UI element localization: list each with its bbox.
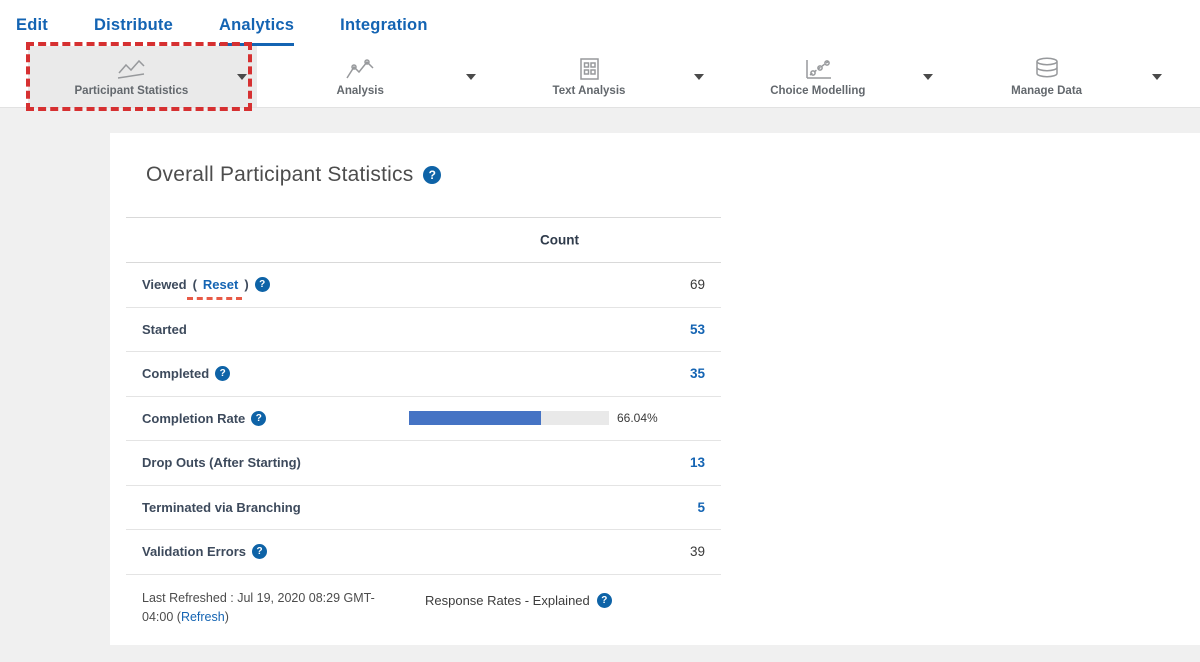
- row-label-text: Started: [142, 322, 187, 337]
- row-label-text: Drop Outs (After Starting): [142, 455, 301, 470]
- caret-down-icon[interactable]: [1152, 74, 1162, 80]
- paren-close: ): [225, 610, 229, 624]
- count-column-header: Count: [540, 233, 579, 248]
- row-label-text: Completion Rate: [142, 411, 245, 426]
- table-footer: Last Refreshed : Jul 19, 2020 08:29 GMT-…: [126, 575, 721, 628]
- completion-bar-fill: [409, 411, 541, 425]
- caret-down-icon[interactable]: [466, 74, 476, 80]
- row-value[interactable]: 5: [697, 500, 705, 515]
- line-chart-icon: [114, 56, 148, 82]
- stats-card: Overall Participant Statistics ? Count V…: [110, 133, 1200, 645]
- caret-down-icon[interactable]: [237, 74, 247, 80]
- tab-participant-statistics[interactable]: Participant Statistics: [28, 46, 257, 107]
- tab-analysis[interactable]: Analysis: [257, 46, 486, 107]
- row-label-text: Terminated via Branching: [142, 500, 301, 515]
- table-header-row: Count: [126, 217, 721, 263]
- tab-label: Participant Statistics: [75, 85, 189, 97]
- top-nav: Edit Distribute Analytics Integration: [0, 0, 1200, 46]
- area-chart-icon: [343, 56, 377, 82]
- help-icon[interactable]: ?: [255, 277, 270, 292]
- completion-bar-track: [409, 411, 609, 425]
- help-icon[interactable]: ?: [423, 166, 441, 184]
- table-grid-icon: [574, 56, 604, 82]
- tab-label: Manage Data: [1011, 85, 1082, 97]
- tab-label: Text Analysis: [553, 85, 626, 97]
- caret-down-icon[interactable]: [923, 74, 933, 80]
- table-row-drop-outs: Drop Outs (After Starting) 13: [126, 441, 721, 486]
- app-screen: Edit Distribute Analytics Integration Pa…: [0, 0, 1200, 662]
- row-value: 69: [690, 277, 705, 292]
- paren-close: ): [244, 277, 248, 292]
- table-row-completed: Completed ? 35: [126, 352, 721, 397]
- header: Edit Distribute Analytics Integration Pa…: [0, 0, 1200, 108]
- row-label: Viewed ( Reset ) ?: [142, 277, 270, 292]
- annotation-red-dashed-underline: [187, 297, 242, 300]
- tab-text-analysis[interactable]: Text Analysis: [486, 46, 715, 107]
- completion-rate-value: 66.04%: [617, 411, 658, 425]
- table-row-validation-errors: Validation Errors ? 39: [126, 530, 721, 575]
- help-icon[interactable]: ?: [215, 366, 230, 381]
- paren-open: (: [193, 277, 197, 292]
- row-value[interactable]: 13: [690, 455, 705, 470]
- tab-label: Choice Modelling: [770, 85, 865, 97]
- page-title-text: Overall Participant Statistics: [146, 163, 413, 187]
- reset-link[interactable]: Reset: [203, 277, 238, 292]
- row-label: Completion Rate ?: [142, 411, 266, 426]
- tab-manage-data[interactable]: Manage Data: [943, 46, 1172, 107]
- nav-item-edit[interactable]: Edit: [16, 16, 48, 46]
- row-label: Validation Errors ?: [142, 544, 267, 559]
- help-icon[interactable]: ?: [252, 544, 267, 559]
- row-label: Completed ?: [142, 366, 230, 381]
- page-title: Overall Participant Statistics ?: [146, 163, 1160, 187]
- help-icon[interactable]: ?: [251, 411, 266, 426]
- table-row-completion-rate: Completion Rate ? 66.04%: [126, 397, 721, 442]
- nav-item-integration[interactable]: Integration: [340, 16, 427, 46]
- table-row-started: Started 53: [126, 308, 721, 353]
- tab-label: Analysis: [337, 85, 384, 97]
- row-label-text: Completed: [142, 366, 209, 381]
- refresh-link[interactable]: Refresh: [181, 610, 225, 624]
- participant-stats-table: Count Viewed ( Reset ) ? 69: [126, 217, 721, 575]
- tab-choice-modelling[interactable]: Choice Modelling: [714, 46, 943, 107]
- row-label: Started: [142, 322, 187, 337]
- row-value[interactable]: 53: [690, 322, 705, 337]
- row-label: Drop Outs (After Starting): [142, 455, 301, 470]
- nav-item-distribute[interactable]: Distribute: [94, 16, 173, 46]
- database-icon: [1031, 56, 1063, 82]
- nav-item-analytics[interactable]: Analytics: [219, 16, 294, 46]
- help-icon[interactable]: ?: [597, 593, 612, 608]
- table-row-viewed: Viewed ( Reset ) ? 69: [126, 263, 721, 308]
- row-value[interactable]: 35: [690, 366, 705, 381]
- last-refreshed-text: Last Refreshed : Jul 19, 2020 08:29 GMT-…: [142, 589, 397, 628]
- row-value: 39: [690, 544, 705, 559]
- caret-down-icon[interactable]: [694, 74, 704, 80]
- row-label-text: Validation Errors: [142, 544, 246, 559]
- row-label-text: Viewed: [142, 277, 187, 292]
- analytics-toolbar: Participant Statistics Analysis: [0, 46, 1200, 108]
- row-label: Terminated via Branching: [142, 500, 301, 515]
- table-row-terminated: Terminated via Branching 5: [126, 486, 721, 531]
- completion-rate-bar: 66.04%: [409, 411, 658, 425]
- response-rates-explained: Response Rates - Explained ?: [425, 591, 612, 611]
- scatter-plot-icon: [802, 56, 834, 82]
